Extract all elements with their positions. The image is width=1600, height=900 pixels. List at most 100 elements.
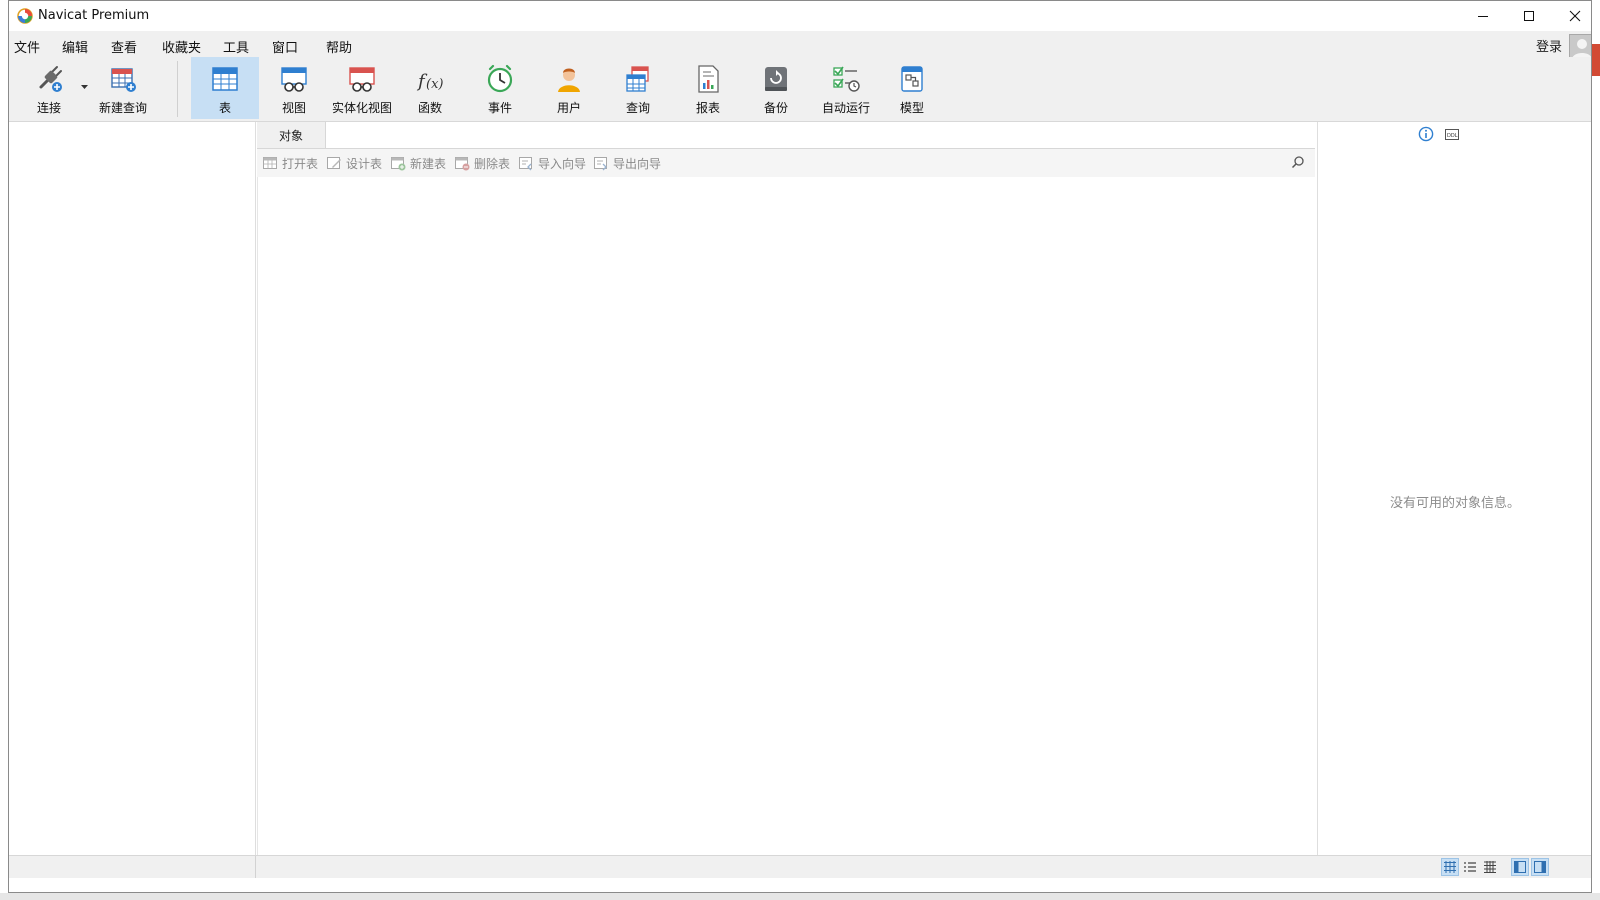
import-wizard-button[interactable]: 导入向导 xyxy=(518,154,586,172)
search-icon[interactable] xyxy=(1291,155,1305,169)
grid-view-icon xyxy=(1444,861,1456,873)
menu-file[interactable]: 文件 xyxy=(14,37,40,56)
maximize-button[interactable] xyxy=(1506,1,1552,31)
desktop-background-left xyxy=(0,0,8,900)
query-label: 查询 xyxy=(625,101,650,115)
query-button[interactable]: 查询 xyxy=(607,57,669,119)
export-wizard-icon xyxy=(594,157,607,171)
list-view-button[interactable] xyxy=(1461,858,1479,876)
object-toolbar: 打开表 设计表 新建表 删除表 导入向导 导出向导 xyxy=(257,149,1315,177)
import-wizard-label: 导入向导 xyxy=(538,156,587,171)
open-table-button[interactable]: 打开表 xyxy=(262,154,318,172)
new-table-button[interactable]: 新建表 xyxy=(390,154,446,172)
menu-view[interactable]: 查看 xyxy=(111,37,137,56)
new-table-label: 新建表 xyxy=(410,156,447,171)
event-button[interactable]: 事件 xyxy=(469,57,531,119)
menu-help[interactable]: 帮助 xyxy=(326,37,352,56)
tab-bar-empty-area xyxy=(325,122,1315,148)
import-wizard-icon xyxy=(519,157,532,171)
object-pane: 对象 打开表 设计表 新建表 删除表 导入向导 导出向导 xyxy=(257,122,1316,855)
detail-view-icon xyxy=(1484,861,1496,873)
user-button[interactable]: 用户 xyxy=(539,57,599,119)
avatar-icon xyxy=(1572,39,1591,59)
automation-button[interactable]: 自动运行 xyxy=(811,57,881,119)
backup-button[interactable]: 备份 xyxy=(745,57,807,119)
list-view-icon xyxy=(1464,862,1476,872)
info-pane-tabs: DDL xyxy=(1418,126,1460,142)
login-link[interactable]: 登录 xyxy=(1536,36,1562,55)
delete-table-label: 删除表 xyxy=(474,156,511,171)
model-button[interactable]: 模型 xyxy=(881,57,943,119)
menu-edit[interactable]: 编辑 xyxy=(62,37,88,56)
menu-window[interactable]: 窗口 xyxy=(272,37,298,56)
grid-view-button[interactable] xyxy=(1441,858,1459,876)
automation-label: 自动运行 xyxy=(821,101,870,115)
connect-label: 连接 xyxy=(36,101,61,115)
report-icon xyxy=(698,65,719,93)
left-pane-icon xyxy=(1514,861,1526,873)
no-object-info-message: 没有可用的对象信息。 xyxy=(1389,496,1520,511)
status-bar xyxy=(9,855,1591,878)
user-label: 用户 xyxy=(556,101,581,115)
detail-view-button[interactable] xyxy=(1481,858,1499,876)
right-pane-icon xyxy=(1534,861,1546,873)
menu-bar: 文件 编辑 查看 收藏夹 工具 窗口 帮助 登录 xyxy=(9,31,1591,57)
function-label: 函数 xyxy=(417,101,442,115)
table-icon xyxy=(212,67,238,91)
new-table-icon xyxy=(391,157,406,171)
export-wizard-button[interactable]: 导出向导 xyxy=(593,154,661,172)
tab-bar: 对象 xyxy=(257,122,1315,149)
new-query-button[interactable]: 新建查询 xyxy=(97,57,149,119)
function-button[interactable]: f (x) 函数 xyxy=(399,57,461,119)
report-label: 报表 xyxy=(695,101,720,115)
close-button[interactable] xyxy=(1552,1,1591,31)
materialized-view-icon xyxy=(349,67,375,92)
toggle-right-pane-button[interactable] xyxy=(1531,858,1549,876)
design-table-icon xyxy=(327,157,341,169)
navicat-logo-icon xyxy=(17,8,33,24)
view-label: 视图 xyxy=(281,101,306,115)
svg-text:(x): (x) xyxy=(426,77,443,92)
user-icon xyxy=(558,68,580,92)
info-icon[interactable] xyxy=(1418,126,1434,142)
connection-tree-pane[interactable] xyxy=(9,122,256,855)
report-button[interactable]: 报表 xyxy=(677,57,739,119)
status-divider xyxy=(255,856,256,878)
delete-table-icon xyxy=(455,157,470,171)
connect-dropdown-icon[interactable] xyxy=(81,85,88,90)
new-query-label: 新建查询 xyxy=(98,101,147,115)
view-button[interactable]: 视图 xyxy=(261,57,327,119)
export-wizard-label: 导出向导 xyxy=(613,156,662,171)
table-label: 表 xyxy=(218,101,231,115)
open-table-icon xyxy=(263,157,277,169)
close-icon xyxy=(1569,10,1581,22)
model-icon xyxy=(901,66,923,92)
minimize-icon xyxy=(1478,16,1488,17)
minimize-button[interactable] xyxy=(1460,1,1506,31)
view-icon xyxy=(281,67,307,92)
connect-button[interactable]: 连接 xyxy=(25,57,73,119)
alarm-clock-icon xyxy=(487,64,513,93)
tab-objects-label: 对象 xyxy=(278,128,303,143)
plug-icon xyxy=(39,66,62,92)
new-query-icon xyxy=(111,68,136,92)
function-icon: f (x) xyxy=(416,71,443,92)
navicat-window: Navicat Premium 文件 编辑 查看 收藏夹 工具 窗口 帮助 登录 xyxy=(8,0,1592,893)
ddl-icon[interactable]: DDL xyxy=(1444,126,1460,142)
object-list[interactable] xyxy=(257,177,1316,855)
tab-objects[interactable]: 对象 xyxy=(257,122,325,148)
main-toolbar: 连接 新建查询 表 视图 实体化视图 f (x) 函数 事件 用户 查询 报表 … xyxy=(9,57,1591,122)
backup-icon xyxy=(765,67,787,91)
materialized-view-button[interactable]: 实体化视图 xyxy=(329,57,395,119)
menu-tools[interactable]: 工具 xyxy=(223,37,249,56)
model-label: 模型 xyxy=(899,101,924,115)
toggle-left-pane-button[interactable] xyxy=(1511,858,1529,876)
design-table-button[interactable]: 设计表 xyxy=(326,154,382,172)
open-table-label: 打开表 xyxy=(282,156,319,171)
design-table-label: 设计表 xyxy=(346,156,383,171)
object-info-pane: DDL 没有可用的对象信息。 xyxy=(1317,122,1591,855)
delete-table-button[interactable]: 删除表 xyxy=(454,154,510,172)
menu-favorites[interactable]: 收藏夹 xyxy=(162,37,201,56)
table-button[interactable]: 表 xyxy=(191,57,259,119)
query-icon xyxy=(626,66,649,92)
